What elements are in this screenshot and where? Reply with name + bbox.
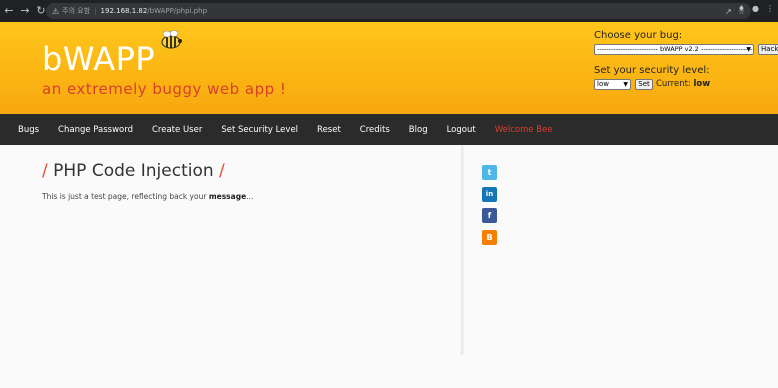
page-title: / PHP Code Injection / (42, 161, 225, 181)
browser-toolbar: ← → ↻ ⚠ 주의 요함 | 192.168.1.82/bWAPP/phpi.… (0, 0, 778, 22)
welcome-user: Welcome Bee (494, 124, 553, 135)
back-icon[interactable]: ← (2, 4, 16, 18)
menu-item-bugs[interactable]: Bugs (18, 125, 39, 135)
forward-icon[interactable]: → (18, 4, 32, 18)
content-divider (461, 145, 464, 355)
current-security-label: Current: (656, 79, 691, 89)
address-separator: | (94, 7, 97, 15)
url-host: 192.168.1.82 (100, 7, 148, 15)
set-button[interactable]: Set (635, 79, 653, 90)
share-icon[interactable]: ↗ (725, 7, 732, 16)
bee-icon (161, 30, 182, 49)
current-security: Current: low (656, 79, 710, 89)
message-suffix: ... (246, 192, 254, 201)
linkedin-icon[interactable]: in (482, 187, 497, 202)
security-warning: 주의 요함 (62, 7, 91, 15)
security-level-value: low (597, 80, 609, 88)
menu-item-create-user[interactable]: Create User (152, 125, 202, 135)
page-title-text: PHP Code Injection (53, 161, 214, 181)
address-bar[interactable]: ⚠ 주의 요함 | 192.168.1.82/bWAPP/phpi.php ↗ … (46, 3, 751, 19)
menu-item-credits[interactable]: Credits (360, 125, 390, 135)
hack-button[interactable]: Hack (758, 44, 778, 55)
title-slash-left: / (42, 161, 48, 181)
menu-item-blog[interactable]: Blog (409, 125, 428, 135)
logo[interactable]: bWAPP (42, 40, 155, 78)
main-menu: Bugs Change Password Create User Set Sec… (0, 114, 778, 145)
current-security-value: low (693, 79, 711, 89)
message-bold: message (208, 192, 247, 201)
menu-item-reset[interactable]: Reset (317, 125, 341, 135)
bug-select[interactable]: -------------------------- bWAPP v2.2 --… (594, 44, 754, 55)
site-header: bWAPP an extremely buggy web app ! Choos… (0, 22, 778, 114)
message-prefix: This is just a test page, reflecting bac… (42, 192, 207, 201)
blogger-icon[interactable]: B (482, 230, 497, 245)
title-slash-right: / (219, 161, 225, 181)
profile-icon[interactable]: ● (752, 4, 759, 13)
menu-icon[interactable]: ⋮ (766, 4, 774, 13)
facebook-icon[interactable]: f (482, 208, 497, 223)
menu-item-set-security-level[interactable]: Set Security Level (221, 125, 298, 135)
chevron-down-icon: ▼ (746, 46, 751, 53)
security-level-select[interactable]: low ▼ (594, 79, 631, 90)
twitter-icon[interactable]: t (482, 165, 497, 180)
url-path: /bWAPP/phpi.php (147, 7, 208, 15)
reflected-message: This is just a test page, reflecting bac… (42, 192, 253, 201)
warning-icon: ⚠ (52, 6, 60, 16)
security-level-label: Set your security level: (594, 65, 710, 76)
menu-item-change-password[interactable]: Change Password (58, 125, 133, 135)
menu-item-logout[interactable]: Logout (447, 125, 476, 135)
tagline: an extremely buggy web app ! (42, 80, 287, 98)
chevron-down-icon: ▼ (623, 81, 628, 88)
extensions-icon[interactable]: ♦ (738, 4, 745, 13)
choose-bug-label: Choose your bug: (594, 30, 683, 41)
bug-select-value: -------------------------- bWAPP v2.2 --… (597, 45, 754, 53)
main-content: / PHP Code Injection / This is just a te… (0, 145, 778, 388)
